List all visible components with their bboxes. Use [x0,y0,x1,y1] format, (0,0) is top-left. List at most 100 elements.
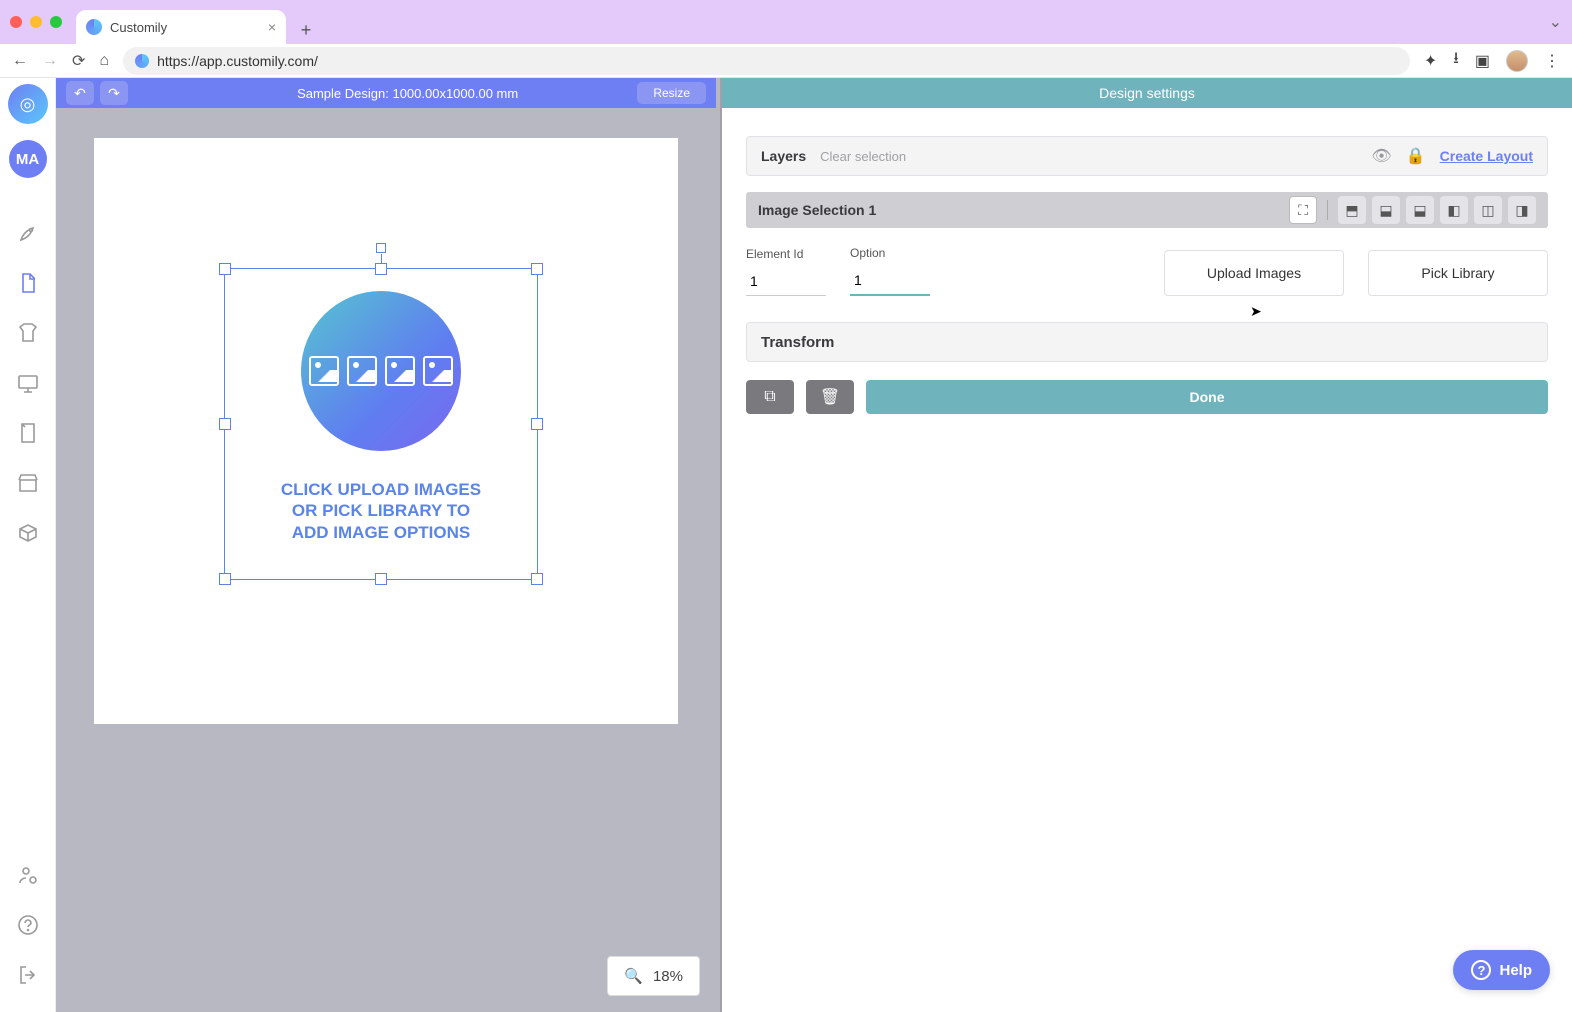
screen-icon[interactable] [9,364,47,402]
app-logo-icon[interactable]: ◎ [8,84,48,124]
placeholder-line: OR PICK LIBRARY TO [225,500,537,521]
align-left-button[interactable]: ◧ [1440,196,1468,224]
shirt-icon[interactable] [9,314,47,352]
extensions-icon[interactable]: ✦ [1424,51,1437,71]
pick-library-button[interactable]: Pick Library [1368,250,1548,296]
page-icon[interactable] [9,414,47,452]
resize-handle-ne[interactable] [531,263,543,275]
profile-avatar[interactable] [1506,50,1528,72]
visibility-icon[interactable]: 👁 [1371,146,1391,166]
site-favicon-icon [135,54,149,68]
align-hcenter-button[interactable]: ◫ [1474,196,1502,224]
download-icon[interactable]: ⭳ [1453,47,1459,74]
help-widget-button[interactable]: ? Help [1453,950,1550,990]
option-field: Option [850,246,930,296]
upload-images-button[interactable]: Upload Images [1164,250,1344,296]
lock-icon[interactable]: 🔒 [1406,146,1426,166]
resize-handle-w[interactable] [219,418,231,430]
browser-tab[interactable]: Customily × [76,10,286,44]
image-placeholder-icon [301,291,461,451]
user-avatar[interactable]: MA [9,140,47,178]
canvas-pane: ↶ ↷ Sample Design: 1000.00x1000.00 mm Re… [56,78,716,1012]
resize-handle-se[interactable] [531,573,543,585]
option-input[interactable] [850,266,930,296]
chevron-down-icon[interactable]: ⌄ [1549,12,1562,32]
resize-handle-s[interactable] [375,573,387,585]
store-icon[interactable] [9,464,47,502]
user-settings-icon[interactable] [9,856,47,894]
fit-to-bounds-button[interactable]: ⛶ [1289,196,1317,224]
home-button[interactable]: ⌂ [99,52,109,70]
artboard[interactable]: CLICK UPLOAD IMAGES OR PICK LIBRARY TO A… [94,138,678,724]
resize-handle-nw[interactable] [219,263,231,275]
help-label: Help [1499,962,1532,979]
duplicate-button[interactable]: ⧉ [746,380,794,414]
canvas-body[interactable]: CLICK UPLOAD IMAGES OR PICK LIBRARY TO A… [56,108,716,1012]
resize-handle-sw[interactable] [219,573,231,585]
zoom-control[interactable]: 🔍 18% [607,956,700,996]
undo-button[interactable]: ↶ [66,81,94,105]
browser-tabstrip: Customily × + [76,0,1549,44]
properties-header: Design settings [722,78,1572,108]
resize-handle-n[interactable] [375,263,387,275]
align-bottom-button[interactable]: ⬓ [1406,196,1434,224]
align-top-button[interactable]: ⬒ [1338,196,1366,224]
properties-pane: Design settings Layers Clear selection 👁… [722,78,1572,1012]
file-icon[interactable] [9,264,47,302]
resize-handle-e[interactable] [531,418,543,430]
option-label: Option [850,246,930,260]
search-icon: 🔍 [624,967,643,985]
new-tab-button[interactable]: + [292,16,320,44]
reload-button[interactable]: ⟳ [72,51,85,71]
placeholder-line: ADD IMAGE OPTIONS [225,522,537,543]
panel-icon[interactable]: ▣ [1475,51,1490,71]
minimize-window-button[interactable] [30,16,42,28]
transform-section-header[interactable]: Transform [746,322,1548,362]
close-window-button[interactable] [10,16,22,28]
app-sidebar: ◎ MA [0,78,56,1012]
selected-layer-header: Image Selection 1 ⛶ ⬒ ⬓ ⬓ ◧ ◫ ◨ [746,192,1548,228]
zoom-value: 18% [653,968,683,985]
forward-button[interactable]: → [42,52,58,70]
rotate-handle[interactable] [376,243,386,253]
element-id-field: Element Id [746,247,826,296]
app-root: ◎ MA ↶ ↷ Sample Design: 1000.00x1000.00 … [0,78,1572,1012]
placeholder-text: CLICK UPLOAD IMAGES OR PICK LIBRARY TO A… [225,479,537,543]
layers-label: Layers [761,148,806,164]
traffic-lights [10,16,62,28]
selected-layer-name: Image Selection 1 [758,202,876,218]
back-button[interactable]: ← [12,52,28,70]
mouse-cursor-icon: ➤ [1250,303,1262,320]
tab-title: Customily [110,20,167,35]
resize-button[interactable]: Resize [637,82,706,104]
canvas-header: ↶ ↷ Sample Design: 1000.00x1000.00 mm Re… [56,78,716,108]
question-icon: ? [1471,960,1491,980]
align-vcenter-button[interactable]: ⬓ [1372,196,1400,224]
done-button[interactable]: Done [866,380,1548,414]
address-bar[interactable]: https://app.customily.com/ [123,47,1410,75]
fullscreen-window-button[interactable] [50,16,62,28]
separator [1327,200,1328,220]
url-text: https://app.customily.com/ [157,53,318,69]
clear-selection-button[interactable]: Clear selection [820,149,906,164]
window-titlebar: Customily × + ⌄ [0,0,1572,44]
placeholder-line: CLICK UPLOAD IMAGES [225,479,537,500]
help-icon[interactable] [9,906,47,944]
create-layout-link[interactable]: Create Layout [1440,148,1533,164]
selection-bounds[interactable]: CLICK UPLOAD IMAGES OR PICK LIBRARY TO A… [224,268,538,580]
element-id-input[interactable] [746,267,826,296]
align-right-button[interactable]: ◨ [1508,196,1536,224]
avatar-initials: MA [16,151,39,168]
element-id-label: Element Id [746,247,826,261]
close-tab-icon[interactable]: × [268,19,276,35]
layers-bar: Layers Clear selection 👁 🔒 Create Layout [746,136,1548,176]
logout-icon[interactable] [9,956,47,994]
favicon-icon [86,19,102,35]
box-beta-icon[interactable] [9,514,47,552]
delete-button[interactable]: 🗑 [806,380,854,414]
browser-toolbar: ← → ⟳ ⌂ https://app.customily.com/ ✦ ⭳ ▣… [0,44,1572,78]
rocket-icon[interactable] [9,214,47,252]
canvas-title: Sample Design: 1000.00x1000.00 mm [178,86,637,101]
redo-button[interactable]: ↷ [100,81,128,105]
kebab-menu-icon[interactable]: ⋮ [1544,51,1560,71]
